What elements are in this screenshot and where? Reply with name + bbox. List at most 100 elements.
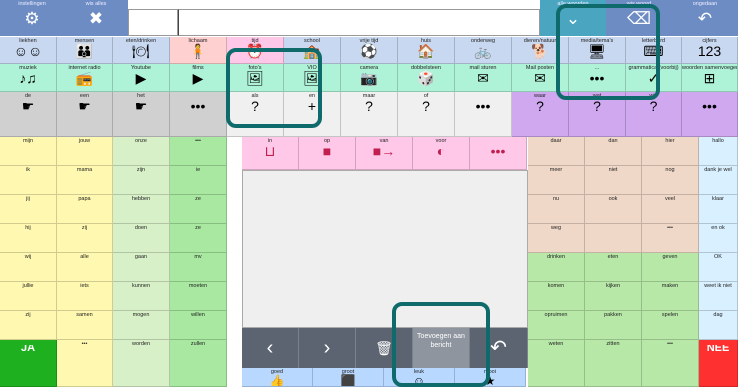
right-word-6-3[interactable]: dag [699, 311, 738, 340]
right-word-7-3[interactable]: NEE [699, 340, 738, 387]
word-3-1[interactable]: zij [57, 224, 113, 253]
category-3[interactable]: lichaam 🧍 [170, 37, 227, 64]
media-2[interactable]: Youtube ▶ [113, 64, 170, 92]
word-6-3[interactable]: willen [170, 311, 227, 340]
word-1-1[interactable]: mama [57, 166, 113, 195]
media-3[interactable]: films ▶ [170, 64, 227, 92]
right-word-2-1[interactable]: ook [585, 195, 642, 224]
media-1[interactable]: internet radio 📻 [57, 64, 113, 92]
word-0-0[interactable]: mijn [0, 137, 57, 166]
right-word-0-0[interactable]: daar [528, 137, 585, 166]
quickrow-8[interactable]: ••• [455, 92, 512, 137]
right-word-0-3[interactable]: hallo [699, 137, 738, 166]
word-1-3[interactable]: ie [170, 166, 227, 195]
media-12[interactable]: woorden samenvoegen ⊞ [682, 64, 738, 92]
quickrow-7[interactable]: of? [398, 92, 455, 137]
quickrow-6[interactable]: maar? [341, 92, 398, 137]
word-1-2[interactable]: zijn [113, 166, 170, 195]
right-word-0-1[interactable]: dan [585, 137, 642, 166]
word-0-1[interactable]: jouw [57, 137, 113, 166]
right-word-5-1[interactable]: kijken [585, 282, 642, 311]
right-word-5-2[interactable]: maken [642, 282, 699, 311]
right-word-4-3[interactable]: OK [699, 253, 738, 282]
preposition-1[interactable]: op ■ [299, 137, 356, 170]
message-start-box[interactable] [128, 9, 178, 36]
right-word-5-0[interactable]: komen [528, 282, 585, 311]
quickrow-12[interactable]: ••• [682, 92, 738, 137]
word-5-3[interactable]: moeten [170, 282, 227, 311]
right-word-1-0[interactable]: meer [528, 166, 585, 195]
word-5-0[interactable]: jullie [0, 282, 57, 311]
word-4-2[interactable]: gaan [113, 253, 170, 282]
category-2[interactable]: eten/drinken 🍽 [113, 37, 170, 64]
message-bar[interactable] [178, 9, 540, 36]
word-3-2[interactable]: doen [113, 224, 170, 253]
category-12[interactable]: cijfers 123 [682, 37, 738, 64]
word-7-3[interactable]: zullen [170, 340, 227, 387]
forward-arrow-button[interactable]: › [299, 328, 356, 368]
word-2-3[interactable]: ze [170, 195, 227, 224]
right-word-4-0[interactable]: drinken [528, 253, 585, 282]
word-3-0[interactable]: hij [0, 224, 57, 253]
preposition-4[interactable]: ••• [470, 137, 527, 170]
preposition-0[interactable]: in ⊔ [242, 137, 299, 170]
word-4-0[interactable]: wij [0, 253, 57, 282]
category-0[interactable]: liekhen ☺☺ [0, 37, 57, 64]
settings-button[interactable]: instellingen ⚙ [0, 0, 64, 36]
category-8[interactable]: onderweg 🚲 [455, 37, 512, 64]
undo-button[interactable]: ongedaan ↶ [672, 0, 738, 36]
right-word-6-1[interactable]: pakken [585, 311, 642, 340]
right-word-6-2[interactable]: spelen [642, 311, 699, 340]
right-word-3-0[interactable]: weg [528, 224, 585, 253]
right-word-2-2[interactable]: veel [642, 195, 699, 224]
word-6-2[interactable]: mogen [113, 311, 170, 340]
media-7[interactable]: dobbelsteen 🎲 [398, 64, 455, 92]
right-word-3-3[interactable]: en ok [699, 224, 738, 253]
right-word-1-1[interactable]: niet [585, 166, 642, 195]
word-6-0[interactable]: zij [0, 311, 57, 340]
quickrow-0[interactable]: de ☛ [0, 92, 57, 137]
preposition-3[interactable]: voor ◐ [413, 137, 470, 170]
right-word-3-2[interactable]: ••• [642, 224, 699, 253]
right-word-1-3[interactable]: dank je wel [699, 166, 738, 195]
word-1-0[interactable]: ik [0, 166, 57, 195]
right-word-7-0[interactable]: weten [528, 340, 585, 387]
clear-all-button[interactable]: wis alles ✖ [64, 0, 128, 36]
word-6-1[interactable]: samen [57, 311, 113, 340]
adjective-1[interactable]: groot ⬛ [313, 368, 384, 387]
word-2-0[interactable]: jij [0, 195, 57, 224]
word-7-0[interactable]: JA [0, 340, 57, 387]
media-0[interactable]: muziek ♪♫ [0, 64, 57, 92]
quickrow-2[interactable]: het ☛ [113, 92, 170, 137]
right-word-0-2[interactable]: hier [642, 137, 699, 166]
word-0-2[interactable]: onze [113, 137, 170, 166]
right-word-7-1[interactable]: zitten [585, 340, 642, 387]
quickrow-1[interactable]: een ☛ [57, 92, 113, 137]
right-word-3-1[interactable] [585, 224, 642, 253]
word-3-3[interactable]: ze [170, 224, 227, 253]
right-word-1-2[interactable]: nog [642, 166, 699, 195]
media-6[interactable]: camera 📷 [341, 64, 398, 92]
word-4-3[interactable]: mv [170, 253, 227, 282]
word-0-3[interactable]: ••• [170, 137, 227, 166]
word-5-1[interactable]: iets [57, 282, 113, 311]
quickrow-3[interactable]: ••• [170, 92, 227, 137]
word-2-2[interactable]: hebben [113, 195, 170, 224]
category-6[interactable]: vrije tijd ⚽ [341, 37, 398, 64]
word-4-1[interactable]: alle [57, 253, 113, 282]
media-8[interactable]: mail sturen ✉ [455, 64, 512, 92]
back-arrow-button[interactable]: ‹ [242, 328, 299, 368]
right-word-2-3[interactable]: klaar [699, 195, 738, 224]
right-word-5-3[interactable]: weet ik niet [699, 282, 738, 311]
adjective-0[interactable]: goed 👍 [242, 368, 313, 387]
word-7-2[interactable]: worden [113, 340, 170, 387]
right-word-7-2[interactable]: ••• [642, 340, 699, 387]
word-7-1[interactable]: ••• [57, 340, 113, 387]
right-word-4-1[interactable]: eten [585, 253, 642, 282]
right-word-6-0[interactable]: opruimen [528, 311, 585, 340]
word-5-2[interactable]: kunnen [113, 282, 170, 311]
preposition-2[interactable]: van ■→ [356, 137, 413, 170]
category-1[interactable]: mensen 👪 [57, 37, 113, 64]
right-word-2-0[interactable]: nu [528, 195, 585, 224]
right-word-4-2[interactable]: geven [642, 253, 699, 282]
